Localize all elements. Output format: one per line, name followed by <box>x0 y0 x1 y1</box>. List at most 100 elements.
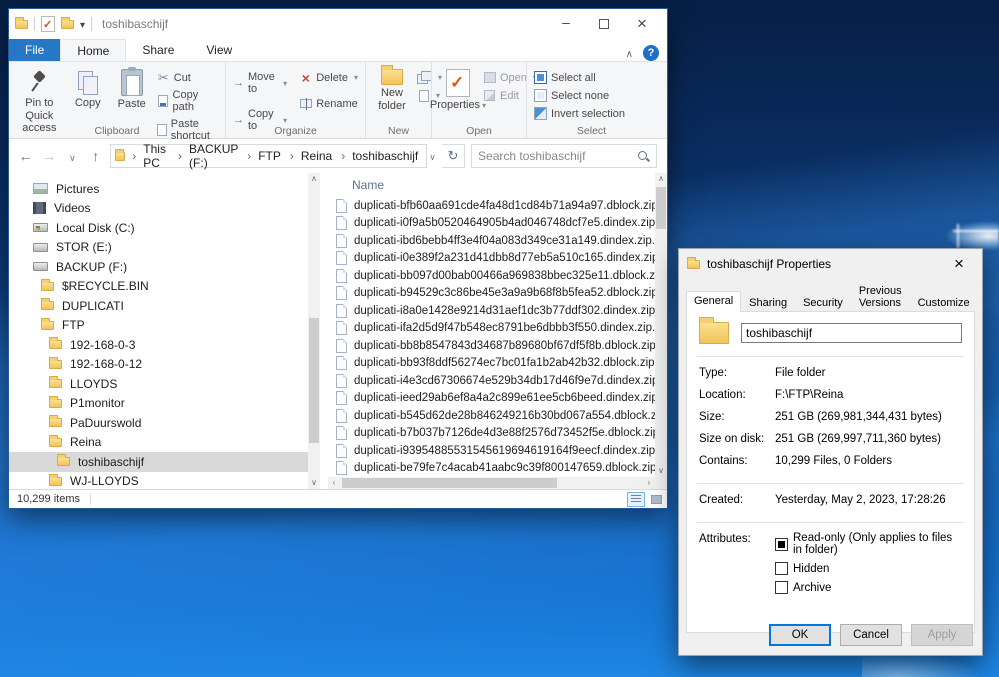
sidebar-item[interactable]: $RECYCLE.BIN <box>9 277 308 297</box>
refresh-button[interactable] <box>442 144 465 168</box>
file-row[interactable]: duplicati-ifa2d5d9f47b548ec8791be6dbbb3f… <box>328 320 655 338</box>
address-dropdown-icon[interactable] <box>429 149 436 163</box>
breadcrumb-item[interactable]: BACKUP (F:) <box>175 140 242 172</box>
sidebar-item[interactable]: STOR (E:) <box>9 238 308 258</box>
folder-name-input[interactable] <box>741 323 962 343</box>
file-row[interactable]: duplicati-ieed29ab6ef8a4a2c899e61ee5cb6b… <box>328 390 655 408</box>
dialog-tab[interactable]: Previous Versions <box>851 281 910 312</box>
properties-button[interactable]: Properties <box>436 66 480 115</box>
sidebar-item[interactable]: BACKUP (F:) <box>9 257 308 277</box>
breadcrumb-item[interactable]: toshibaschijf <box>338 147 422 165</box>
file-row[interactable]: duplicati-i8a0e1428e9214d31aef1dc3b77ddf… <box>328 302 655 320</box>
dialog-close-button[interactable] <box>944 252 974 276</box>
minimize-button[interactable] <box>547 11 585 37</box>
cut-button[interactable]: Cut <box>154 70 221 85</box>
breadcrumb[interactable]: This PC BACKUP (F:) FTP Reina <box>110 144 427 168</box>
file-row[interactable]: duplicati-bb8b8547843d34687b89680bf67df5… <box>328 337 655 355</box>
search-input[interactable] <box>478 149 633 163</box>
sidebar-item[interactable]: Pictures <box>9 179 308 199</box>
file-row[interactable]: duplicati-i0f9a5b0520464905b4ad046748dcf… <box>328 215 655 233</box>
file-row[interactable]: duplicati-i0e389f2a231d41dbb8d77eb5a510c… <box>328 250 655 268</box>
file-row[interactable]: duplicati-i4e3cd67306674e529b34db17d46f9… <box>328 372 655 390</box>
checkbox-icon[interactable] <box>775 538 788 551</box>
sidebar-item[interactable]: 192-168-0-3 <box>9 335 308 355</box>
dialog-tab[interactable]: Security <box>795 293 851 312</box>
sidebar-item[interactable]: LLOYDS <box>9 374 308 394</box>
breadcrumb-item[interactable]: FTP <box>244 147 285 165</box>
file-row[interactable]: duplicati-be79fe7c4acab41aabc9c39f800147… <box>328 460 655 478</box>
breadcrumb-item[interactable]: Reina <box>287 147 336 165</box>
help-icon[interactable]: ? <box>643 45 659 61</box>
properties-icon[interactable] <box>41 16 55 32</box>
search-box[interactable] <box>471 144 657 168</box>
sidebar-item[interactable]: Local Disk (C:) <box>9 218 308 238</box>
dialog-tab[interactable]: Sharing <box>741 293 795 312</box>
sidebar-item[interactable]: 192-168-0-12 <box>9 355 308 375</box>
close-button[interactable] <box>623 11 661 37</box>
scrollbar-thumb[interactable] <box>309 318 319 443</box>
scroll-right-icon[interactable] <box>643 477 655 489</box>
delete-button[interactable]: Delete <box>296 70 361 85</box>
select-none-button[interactable]: Select none <box>531 88 628 103</box>
file-row[interactable]: duplicati-ibd6bebb4ff3e4f04a083d349ce31a… <box>328 232 655 250</box>
tab-home[interactable]: Home <box>60 39 126 61</box>
file-row[interactable]: duplicati-b545d62de28b846249216b30bd067a… <box>328 407 655 425</box>
scrollbar-thumb[interactable] <box>656 187 666 229</box>
file-list-scrollbar[interactable] <box>655 173 667 489</box>
tab-view[interactable]: View <box>190 39 248 61</box>
scroll-down-icon[interactable] <box>655 465 667 477</box>
copy-path-button[interactable]: Copy path <box>154 88 221 114</box>
invert-selection-button[interactable]: Invert selection <box>531 106 628 121</box>
ok-button[interactable]: OK <box>769 624 831 646</box>
attribute-option[interactable]: Read-only (Only applies to files in fold… <box>775 532 962 556</box>
breadcrumb-item[interactable]: This PC <box>129 140 173 172</box>
paste-button[interactable]: Paste <box>110 66 154 114</box>
forward-button[interactable] <box>40 148 57 164</box>
dialog-tab[interactable]: Customize <box>910 293 978 312</box>
file-row[interactable]: duplicati-b94529c3c86be45e3a9a9b68f8b5fe… <box>328 285 655 303</box>
move-to-button[interactable]: Move to <box>230 70 290 96</box>
new-folder-icon[interactable] <box>61 20 74 29</box>
customize-toolbar-icon[interactable] <box>80 17 85 31</box>
sidebar-item[interactable]: Reina <box>9 433 308 453</box>
checkbox-icon[interactable] <box>775 562 788 575</box>
tab-share[interactable]: Share <box>126 39 190 61</box>
horizontal-scrollbar[interactable] <box>328 477 655 489</box>
rename-button[interactable]: Rename <box>296 96 361 111</box>
recent-locations-icon[interactable] <box>64 148 81 164</box>
cancel-button[interactable]: Cancel <box>840 624 902 646</box>
tab-file[interactable]: File <box>9 39 60 61</box>
sidebar-item[interactable]: Videos <box>9 199 308 219</box>
scroll-down-icon[interactable] <box>308 477 320 489</box>
sidebar-scrollbar[interactable] <box>308 173 320 489</box>
file-row[interactable]: duplicati-i93954885531545619694619164f9e… <box>328 442 655 460</box>
column-header-name[interactable]: Name <box>328 173 655 197</box>
sidebar-item[interactable]: WJ-LLOYDS <box>9 472 308 490</box>
back-button[interactable] <box>17 148 34 164</box>
file-row[interactable]: duplicati-bb93f8ddf56274ec7bc01fa1b2ab42… <box>328 355 655 373</box>
attribute-option[interactable]: Archive <box>775 581 962 594</box>
scroll-up-icon[interactable] <box>655 173 667 185</box>
dialog-tab[interactable]: General <box>686 291 741 312</box>
file-row[interactable]: duplicati-b7b037b7126de4d3e88f2576d73452… <box>328 425 655 443</box>
file-row[interactable]: duplicati-bb097d00bab00466a969838bbec325… <box>328 267 655 285</box>
scroll-left-icon[interactable] <box>328 477 340 489</box>
checkbox-icon[interactable] <box>775 581 788 594</box>
attribute-option[interactable]: Hidden <box>775 562 962 575</box>
up-button[interactable] <box>87 148 104 164</box>
apply-button[interactable]: Apply <box>911 624 973 646</box>
file-row[interactable]: duplicati-bfb60aa691cde4fa48d1cd84b71a94… <box>328 197 655 215</box>
details-view-button[interactable] <box>627 492 645 507</box>
sidebar-item[interactable]: FTP <box>9 316 308 336</box>
collapse-ribbon-icon[interactable] <box>626 46 633 60</box>
scrollbar-thumb[interactable] <box>342 478 557 488</box>
scroll-up-icon[interactable] <box>308 173 320 185</box>
new-folder-button[interactable]: New folder <box>370 66 414 115</box>
maximize-button[interactable] <box>585 11 623 37</box>
thumbnails-view-button[interactable] <box>647 492 665 507</box>
sidebar-item[interactable]: PaDuurswold <box>9 413 308 433</box>
copy-button[interactable]: Copy <box>66 66 110 113</box>
sidebar-item[interactable]: toshibaschijf <box>9 452 308 472</box>
sidebar-item[interactable]: P1monitor <box>9 394 308 414</box>
sidebar-item[interactable]: DUPLICATI <box>9 296 308 316</box>
